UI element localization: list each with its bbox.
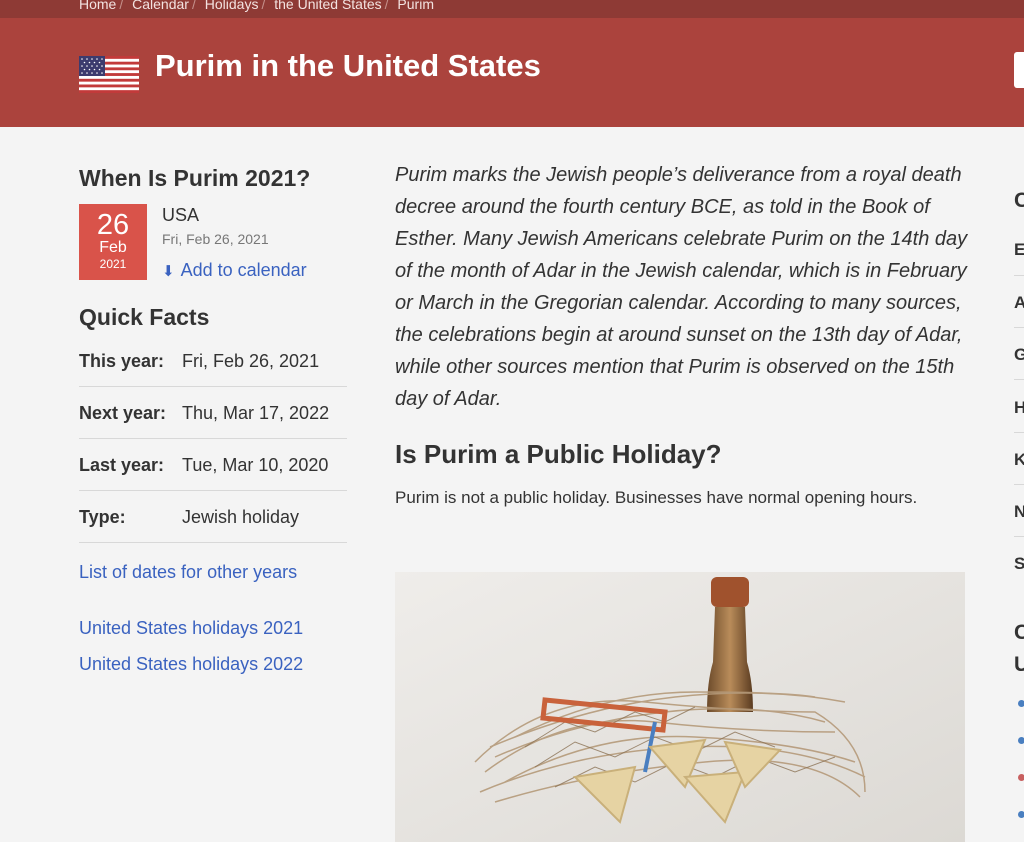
public-holiday-text: Purim is not a public holiday. Businesse… — [395, 488, 918, 507]
quick-facts-heading: Quick Facts — [79, 304, 210, 330]
breadcrumb-holidays[interactable]: Holidays — [205, 0, 259, 12]
right-sidebar-item[interactable]: A — [1014, 293, 1024, 313]
breadcrumb-country[interactable]: the United States — [274, 0, 381, 12]
right-sidebar-item[interactable]: E — [1014, 240, 1024, 260]
divider — [1014, 484, 1024, 485]
holidays-2022-link[interactable]: United States holidays 2022 — [79, 654, 303, 675]
divider — [1014, 432, 1024, 433]
divider — [1014, 327, 1024, 328]
page-title: Purim in the United States — [155, 48, 541, 83]
fact-value: Jewish holiday — [182, 507, 300, 527]
bullet-dot-icon — [1018, 737, 1024, 744]
right-sidebar-heading: C — [1014, 189, 1024, 212]
divider — [1014, 379, 1024, 380]
divider — [1014, 275, 1024, 276]
right-sidebar-item[interactable]: G — [1014, 345, 1024, 365]
fact-row-type: Type: Jewish holiday — [79, 491, 347, 543]
full-date: Fri, Feb 26, 2021 — [162, 231, 269, 247]
bullet-dot-icon — [1018, 700, 1024, 707]
us-flag-icon — [79, 56, 139, 93]
bullet-dot-icon — [1018, 811, 1024, 818]
right-sidebar-item[interactable]: S — [1014, 554, 1024, 574]
public-holiday-heading: Is Purim a Public Holiday? — [395, 439, 722, 469]
fact-row-last-year: Last year: Tue, Mar 10, 2020 — [79, 439, 347, 491]
fact-value: Tue, Mar 10, 2020 — [182, 455, 329, 475]
right-sidebar-item[interactable]: H — [1014, 398, 1024, 418]
add-to-calendar-label: Add to calendar — [180, 260, 307, 280]
holidays-2021-link[interactable]: United States holidays 2021 — [79, 618, 303, 639]
fact-row-this-year: This year: Fri, Feb 26, 2021 — [79, 335, 347, 387]
fact-value: Thu, Mar 17, 2022 — [182, 403, 330, 423]
add-to-calendar-link[interactable]: ⬇ Add to calendar — [162, 260, 307, 281]
divider — [1014, 536, 1024, 537]
fact-value: Fri, Feb 26, 2021 — [182, 351, 320, 371]
date-month: Feb — [99, 239, 127, 256]
right-sidebar-heading-2-line2: U — [1014, 653, 1024, 676]
breadcrumb-current[interactable]: Purim — [397, 0, 434, 12]
fact-key: This year: — [79, 351, 165, 371]
purim-basket-image — [395, 572, 965, 842]
basket-photo-illustration — [395, 572, 965, 842]
date-year: 2021 — [99, 257, 127, 271]
breadcrumb-home[interactable]: Home — [79, 0, 116, 12]
country-label: USA — [162, 205, 200, 225]
when-heading: When Is Purim 2021? — [79, 165, 311, 191]
search-input[interactable] — [1014, 52, 1024, 88]
fact-key: Type: — [79, 507, 126, 527]
breadcrumb: Home / Calendar / Holidays / the United Sta… — [79, 0, 434, 12]
fact-key: Last year: — [79, 455, 165, 475]
page-header: Purim in the United States — [0, 18, 1024, 127]
fact-key: Next year: — [79, 403, 167, 423]
date-badge: 26 Feb 2021 — [79, 204, 147, 280]
date-day: 26 — [96, 209, 130, 241]
quick-facts-table: This year: Fri, Feb 26, 2021 Next year: … — [79, 335, 347, 543]
bullet-dot-icon — [1018, 774, 1024, 781]
fact-row-next-year: Next year: Thu, Mar 17, 2022 — [79, 387, 347, 439]
download-icon: ⬇ — [162, 263, 175, 280]
breadcrumb-bar: Home / Calendar / Holidays / the United Sta… — [0, 0, 1024, 18]
breadcrumb-calendar[interactable]: Calendar — [132, 0, 189, 12]
right-sidebar-item[interactable]: K — [1014, 450, 1024, 470]
right-sidebar-heading-2: C — [1014, 621, 1024, 644]
other-years-link[interactable]: List of dates for other years — [79, 562, 297, 583]
right-sidebar-item[interactable]: N — [1014, 502, 1024, 522]
intro-paragraph: Purim marks the Jewish people’s delivera… — [395, 164, 968, 410]
